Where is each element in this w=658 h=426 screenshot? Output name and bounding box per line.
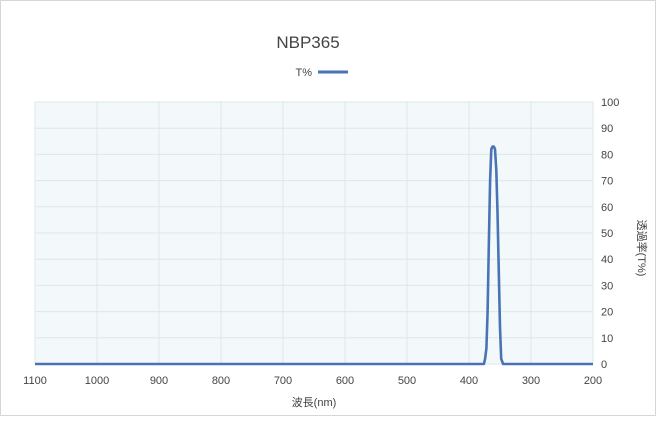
y-tick-label: 40 xyxy=(601,254,613,266)
y-tick-label: 70 xyxy=(601,176,613,188)
x-tick-label: 1100 xyxy=(23,375,47,387)
legend-label: T% xyxy=(296,67,313,79)
y-tick-label: 10 xyxy=(601,333,613,345)
x-axis-ticks: 200 300 400 500 600 700 800 900 1000 1100 xyxy=(23,375,602,387)
chart-title: NBP365 xyxy=(276,33,339,52)
x-axis-label: 波長(nm) xyxy=(292,396,337,409)
chart-svg: NBP365 T% 200300400500600700800900100011… xyxy=(23,33,649,409)
x-tick-label: 900 xyxy=(150,375,168,387)
x-tick-label: 500 xyxy=(398,375,416,387)
y-axis-ticks: 0 10 20 30 40 50 60 70 80 90 100 xyxy=(601,97,619,371)
x-tick-label: 1000 xyxy=(85,375,109,387)
x-tick-label: 300 xyxy=(522,375,540,387)
y-tick-label: 100 xyxy=(601,97,619,109)
x-tick-label: 400 xyxy=(460,375,478,387)
y-tick-label: 90 xyxy=(601,123,613,135)
y-tick-label: 20 xyxy=(601,307,613,319)
y-tick-label: 30 xyxy=(601,280,613,292)
y-tick-label: 0 xyxy=(601,359,607,371)
y-tick-label: 80 xyxy=(601,149,613,161)
y-axis-label: 透過率(T%) xyxy=(635,220,649,277)
x-tick-label: 600 xyxy=(336,375,354,387)
y-tick-label: 50 xyxy=(601,228,613,240)
x-tick-label: 800 xyxy=(212,375,230,387)
x-tick-label: 200 xyxy=(584,375,602,387)
legend: T% xyxy=(296,67,348,79)
x-tick-label: 700 xyxy=(274,375,292,387)
y-tick-label: 60 xyxy=(601,202,613,214)
